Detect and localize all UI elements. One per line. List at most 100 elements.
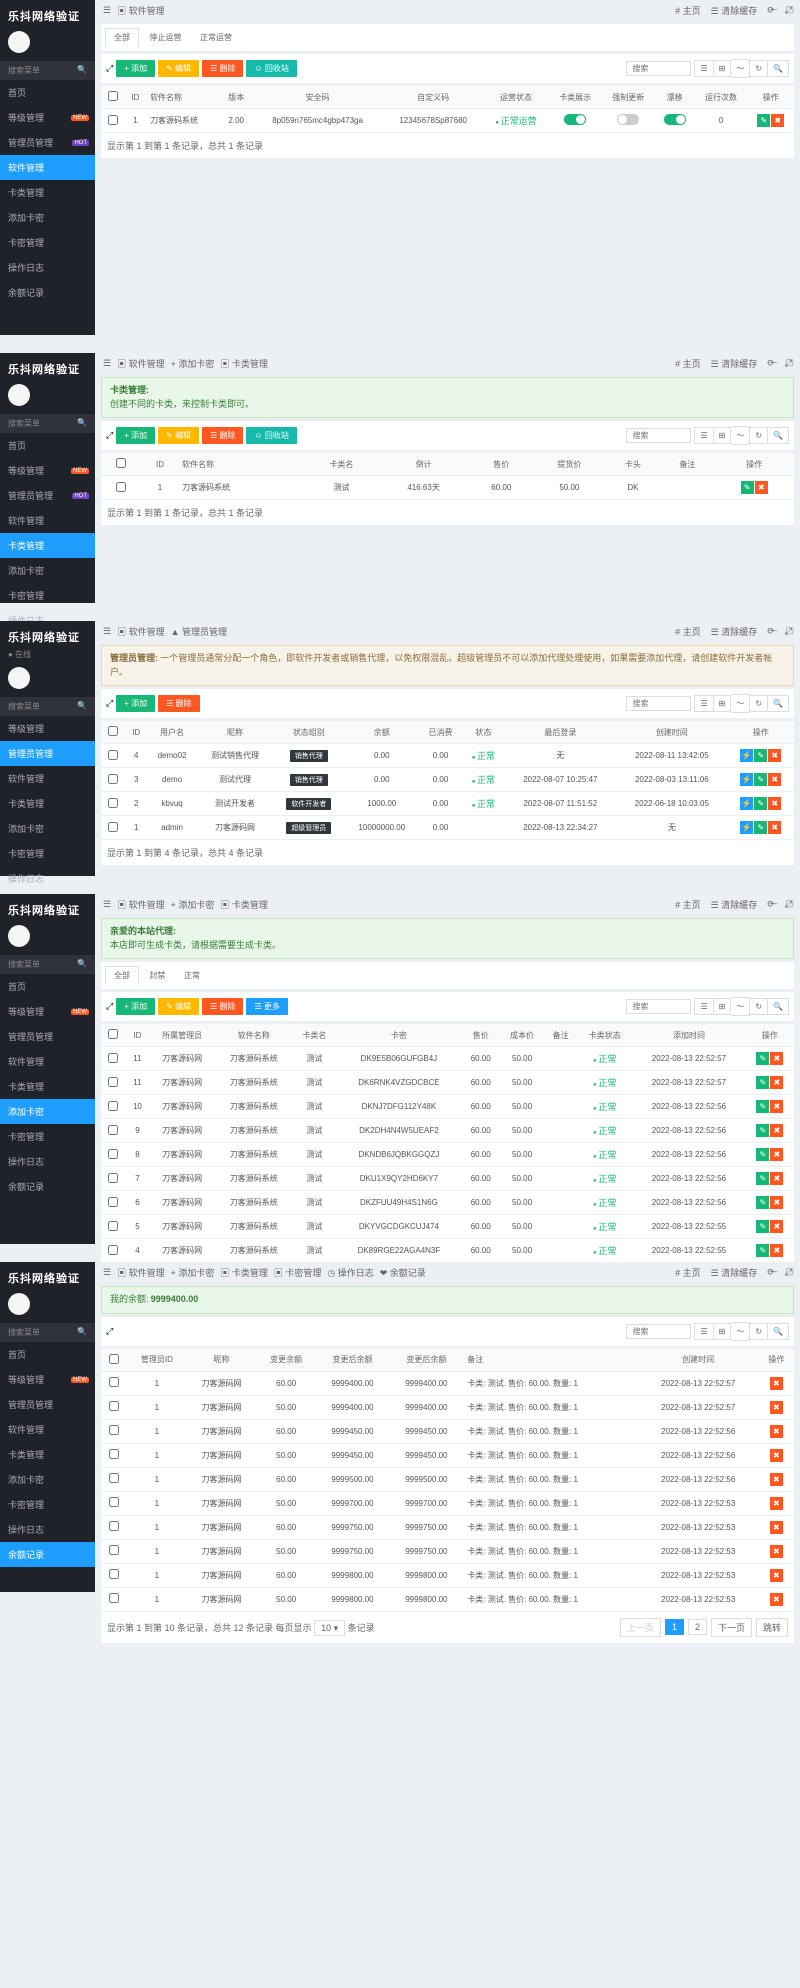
toolbar: ⤢ + 添加 ✎ 编辑 ☰ 删除 ☺ 回收站 ☰ ⊞ 〜 ↻ 🔍 <box>101 54 794 83</box>
tab-normal[interactable]: 正常运营 <box>192 29 240 46</box>
cardkey-table: ID所属管理员软件名称 卡类名卡密售价 成本价备注卡类状态 添加时间操作 11刀… <box>101 1024 794 1287</box>
table-row: 6刀客源码网刀客源码系统测试 DKZFUU49H4S1N6G60.0050.00… <box>101 1191 794 1215</box>
table-row: 11刀客源码网刀客源码系统测试 DK9E5B06GUFGB4J60.0050.0… <box>101 1047 794 1071</box>
menu-log[interactable]: 操作日志 <box>0 255 95 280</box>
table-row: 4刀客源码网刀客源码系统测试 DK89RGE22AGA4N3F60.0050.0… <box>101 1239 794 1263</box>
menu-balance[interactable]: 余额记录 <box>0 1542 95 1567</box>
search-input[interactable] <box>626 61 691 76</box>
search-icon[interactable]: 🔍 <box>768 60 789 77</box>
top-clear[interactable]: ☰ 清除缓存 <box>711 4 758 17</box>
bc-software[interactable]: ▣ 软件管理 <box>117 4 165 17</box>
balance-table: 管理员ID昵称变更余额 变更后余额变更后余额备注 创建时间操作 1刀客源码网60… <box>101 1349 794 1612</box>
menu-search[interactable]: 搜索菜单 <box>0 61 95 80</box>
edit-op[interactable]: ✎ <box>757 114 770 127</box>
del-op[interactable]: ✖ <box>770 1569 783 1582</box>
table-row: 7刀客源码网刀客源码系统测试 DKU1X9QY2HD6KY760.0050.00… <box>101 1167 794 1191</box>
menu-balance[interactable]: 余额记录 <box>0 280 95 305</box>
menu-search[interactable]: 搜索菜单 <box>0 414 95 433</box>
table-row: 5刀客源码网刀客源码系统测试 DKYVGCDGKCUJ47460.0050.00… <box>101 1215 794 1239</box>
table-row: 1刀客源码网50.009999750.009999750.00 卡类: 测试. … <box>101 1539 794 1563</box>
menu-level[interactable]: 等级管理NEW <box>0 105 95 130</box>
alert: 卡类管理: 创建不同的卡类，来控制卡类即可。 <box>101 377 794 418</box>
del-button[interactable]: ☰ 删除 <box>202 427 243 444</box>
admin-table: ID用户名昵称 状态组别余额已消费 状态最后登录创建时间 操作 4demo02测… <box>101 721 794 840</box>
menu-software[interactable]: 软件管理 <box>0 508 95 533</box>
table-row: 1刀客源码网60.009999450.009999450.00 卡类: 测试. … <box>101 1419 794 1443</box>
sidebar: 乐抖网络验证 搜索菜单 首页 等级管理NEW 管理员管理HOT 软件管理 卡类管… <box>0 0 95 335</box>
recycle-button[interactable]: ☺ 回收站 <box>246 60 296 77</box>
topbar: ☰▣ 软件管理 # 主页☰ 清除缓存⟳⤢ <box>101 0 794 21</box>
software-table: ID软件名称 版本安全码 自定义码运营状态 卡类展示强制更新 漂移运行次数 操作… <box>101 86 794 133</box>
menu-level[interactable]: 等级管理NEW <box>0 458 95 483</box>
status-badge: 正常运营 <box>495 116 536 126</box>
table-row: 9刀客源码网刀客源码系统测试 DK2DH4N4W5UEAF260.0050.00… <box>101 1119 794 1143</box>
grid-icon[interactable]: ⊞ <box>714 60 732 77</box>
del-op[interactable]: ✖ <box>770 1497 783 1510</box>
edit-button[interactable]: ✎ 编辑 <box>158 60 199 77</box>
online-status: ● 在线 <box>0 647 95 662</box>
table-row: 1刀客源码网60.009999800.009999800.00 卡类: 测试. … <box>101 1563 794 1587</box>
row-check[interactable] <box>108 115 118 125</box>
brand: 乐抖网络验证 <box>0 353 95 379</box>
role-badge: 销售代理 <box>290 774 328 786</box>
add-button[interactable]: + 添加 <box>116 427 155 444</box>
menu-cardkey[interactable]: 卡密管理 <box>0 583 95 608</box>
bc-menu[interactable]: ☰ <box>103 5 111 16</box>
menu-software[interactable]: 软件管理 <box>0 155 95 180</box>
switch-force[interactable] <box>617 114 639 125</box>
avatar[interactable] <box>8 384 30 406</box>
role-badge: 超级管理员 <box>286 822 331 834</box>
role-badge: 软件开发者 <box>286 798 331 810</box>
switch-show[interactable] <box>564 114 586 125</box>
table-row: 1刀客源码网50.009999400.009999400.00 卡类: 测试. … <box>101 1395 794 1419</box>
top-home[interactable]: # 主页 <box>675 4 701 17</box>
menu-admin[interactable]: 管理员管理HOT <box>0 130 95 155</box>
table-row: 1刀客源码网60.009999400.009999400.00 卡类: 测试. … <box>101 1371 794 1395</box>
menu-cardkey[interactable]: 卡密管理 <box>0 230 95 255</box>
expand-icon[interactable]: ⤢ <box>106 63 113 74</box>
table-row: 3demo测试代理 销售代理 0.000.00 正常 2022-08-07 10… <box>101 768 794 792</box>
del-button[interactable]: ☰ 删除 <box>202 60 243 77</box>
menu-home[interactable]: 首页 <box>0 80 95 105</box>
tag-hot: HOT <box>72 140 89 146</box>
pager: 显示第 1 到第 1 条记录，总共 1 条记录 <box>101 133 794 158</box>
menu-addcard[interactable]: 添加卡密 <box>0 558 95 583</box>
tool-icons: ☰ ⊞ 〜 ↻ 🔍 <box>694 59 789 78</box>
recycle-button[interactable]: ☺ 回收站 <box>246 427 296 444</box>
menu-admin[interactable]: 管理员管理HOT <box>0 483 95 508</box>
alert: 亲爱的本站代理:本店即可生成卡类，请根据需要生成卡类。 <box>101 918 794 959</box>
menu-addcard[interactable]: 添加卡密 <box>0 205 95 230</box>
del-op[interactable]: ✖ <box>770 1377 783 1390</box>
del-op[interactable]: ✖ <box>771 114 784 127</box>
del-op[interactable]: ✖ <box>770 1521 783 1534</box>
refresh-icon[interactable]: ↻ <box>750 60 768 77</box>
menu-cardtype[interactable]: 卡类管理 <box>0 533 95 558</box>
del-op[interactable]: ✖ <box>770 1449 783 1462</box>
del-op[interactable]: ✖ <box>770 1425 783 1438</box>
cardtype-table: ID软件名称 卡类名倒计 售价提货价 卡头备注 操作 1刀客源码系统 测试416… <box>101 453 794 500</box>
table-row: 1刀客源码网60.009999750.009999750.00 卡类: 测试. … <box>101 1515 794 1539</box>
sort-icon[interactable]: 〜 <box>731 59 750 78</box>
menu-addcard[interactable]: 添加卡密 <box>0 1099 95 1124</box>
del-op[interactable]: ✖ <box>770 1545 783 1558</box>
list-icon[interactable]: ☰ <box>694 60 713 77</box>
menu-cardtype[interactable]: 卡类管理 <box>0 180 95 205</box>
add-button[interactable]: + 添加 <box>116 60 155 77</box>
switch-drift[interactable] <box>664 114 686 125</box>
menu-home[interactable]: 首页 <box>0 433 95 458</box>
del-op[interactable]: ✖ <box>770 1593 783 1606</box>
tab-stop[interactable]: 停止运营 <box>142 29 190 46</box>
search-input[interactable] <box>626 428 691 443</box>
balance-alert: 我的余额: 9999400.00 <box>101 1286 794 1314</box>
menu-admin[interactable]: 管理员管理 <box>0 741 95 766</box>
del-op[interactable]: ✖ <box>770 1401 783 1414</box>
tab-all[interactable]: 全部 <box>105 28 139 47</box>
tag-new: NEW <box>71 115 89 121</box>
table-row: 1刀客源码网60.009999500.009999500.00 卡类: 测试. … <box>101 1467 794 1491</box>
del-op[interactable]: ✖ <box>770 1473 783 1486</box>
avatar[interactable] <box>8 31 30 53</box>
check-all[interactable] <box>108 91 118 101</box>
sidebar: 乐抖网络验证 搜索菜单 首页 等级管理NEW 管理员管理HOT 软件管理 卡类管… <box>0 353 95 603</box>
more-button[interactable]: ☰ 更多 <box>246 998 287 1015</box>
edit-button[interactable]: ✎ 编辑 <box>158 427 199 444</box>
